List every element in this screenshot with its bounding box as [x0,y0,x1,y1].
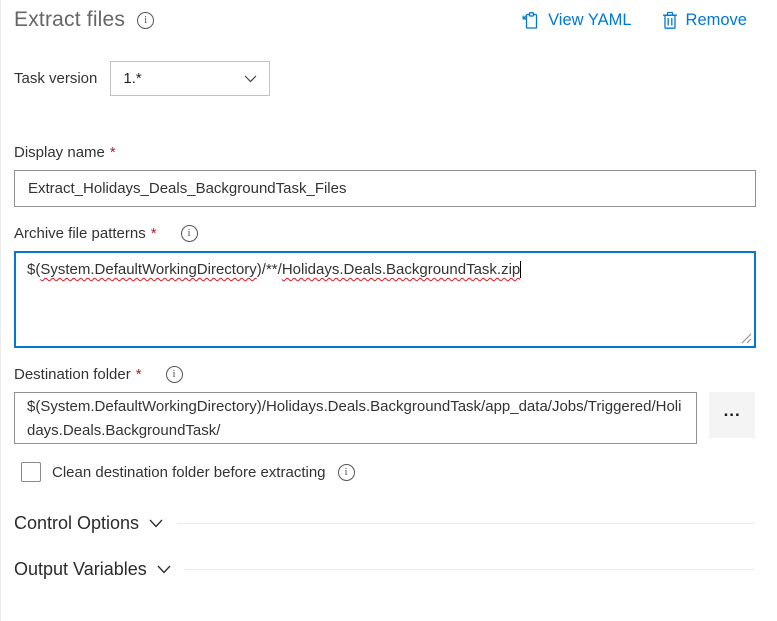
chevron-down-icon [157,565,171,574]
chevron-down-icon [244,75,257,82]
display-name-label: Display name [14,144,105,161]
remove-label: Remove [685,11,747,29]
task-header: Extract files i View YAML Remove [14,8,755,32]
text-cursor [520,261,522,278]
display-name-input[interactable] [14,170,756,207]
divider [184,569,755,570]
section-output-variables[interactable]: Output Variables [14,559,755,580]
archive-patterns-field: Archive file patterns * i $(System.Defau… [14,225,756,348]
remove-button[interactable]: Remove [662,11,747,30]
chevron-down-icon [149,519,163,528]
task-config-panel: Extract files i View YAML Remove Task ve… [0,0,777,621]
clean-destination-label: Clean destination folder before extracti… [52,463,326,481]
archive-patterns-input[interactable]: $(System.DefaultWorkingDirectory)/**/Hol… [14,251,756,348]
task-version-row: Task version 1.* [14,61,755,96]
destination-folder-field: Destination folder * i $(System.DefaultW… [14,366,755,444]
info-icon[interactable]: i [180,225,198,242]
resize-handle-icon[interactable] [741,333,752,344]
section-title: Control Options [14,513,140,533]
info-icon[interactable]: i [165,366,183,383]
required-marker: * [109,144,116,161]
task-version-select[interactable]: 1.* [110,61,271,96]
destination-folder-input[interactable]: $(System.DefaultWorkingDirectory)/Holida… [14,392,698,444]
view-yaml-button[interactable]: View YAML [522,11,632,30]
display-name-field: Display name * [14,144,756,207]
page-title: Extract files [14,8,126,31]
clipboard-icon [522,12,538,29]
clean-destination-row: Clean destination folder before extracti… [14,462,755,482]
task-version-label: Task version [14,70,98,87]
destination-folder-label: Destination folder [14,366,131,383]
info-icon[interactable]: i [137,11,155,29]
required-marker: * [135,366,142,383]
required-marker: * [150,225,157,242]
browse-ellipsis-button[interactable]: ... [709,392,755,438]
divider [177,523,755,524]
pattern-text: System.DefaultWorkingDirectory [40,261,257,278]
section-control-options[interactable]: Control Options [14,513,755,534]
pattern-text: Holidays.Deals.BackgroundTask.zip [281,261,521,278]
info-icon[interactable]: i [337,463,355,481]
pattern-text: $( [27,261,41,278]
clean-destination-checkbox[interactable] [21,462,41,482]
section-title: Output Variables [14,559,147,579]
pattern-text: )/**/ [256,261,282,278]
archive-patterns-label: Archive file patterns [14,225,146,242]
trash-icon [662,11,677,29]
view-yaml-label: View YAML [548,11,632,29]
task-version-value: 1.* [123,70,142,87]
